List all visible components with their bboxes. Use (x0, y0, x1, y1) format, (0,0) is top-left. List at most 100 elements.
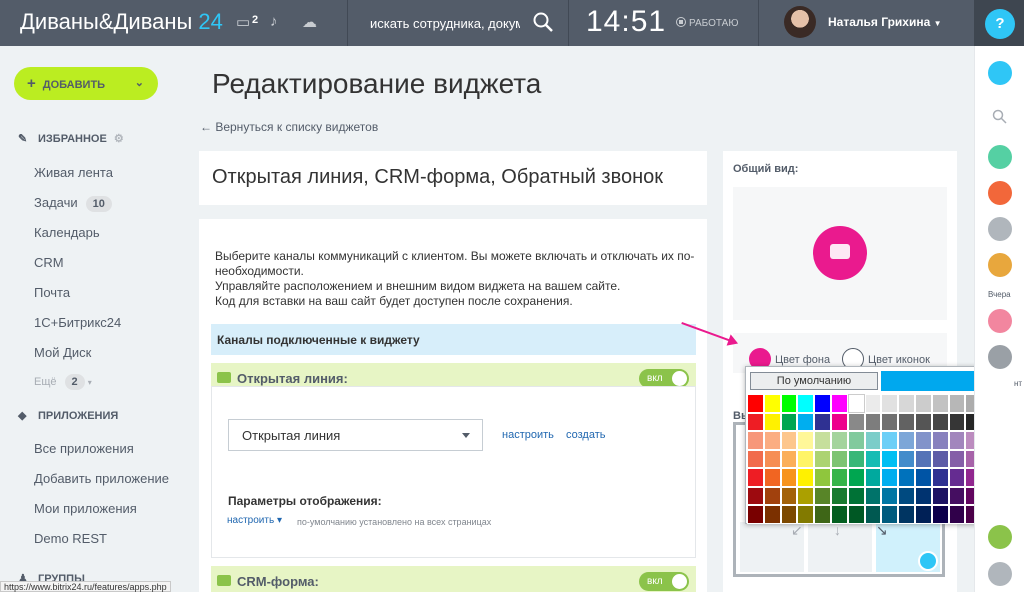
contact-avatar[interactable] (988, 217, 1012, 241)
color-swatch[interactable] (780, 468, 798, 487)
crm-form-toggle[interactable]: вкл (639, 572, 689, 591)
color-swatch[interactable] (881, 505, 899, 524)
color-swatch[interactable] (830, 449, 848, 468)
contact-avatar[interactable] (988, 345, 1012, 369)
color-swatch[interactable] (814, 394, 831, 413)
color-swatch[interactable] (747, 486, 764, 505)
color-swatch[interactable] (797, 486, 815, 505)
color-swatch[interactable] (814, 486, 831, 505)
color-swatch[interactable] (780, 449, 798, 468)
color-swatch[interactable] (881, 449, 899, 468)
color-swatch[interactable] (814, 449, 831, 468)
search-icon[interactable] (533, 12, 553, 32)
create-link[interactable]: создать (566, 429, 605, 441)
color-swatch[interactable] (797, 412, 815, 431)
chat-icon[interactable] (988, 145, 1012, 169)
search-icon[interactable] (992, 109, 1008, 125)
sidebar-item-all-apps[interactable]: Все приложения (34, 441, 134, 456)
color-swatch[interactable] (780, 431, 798, 450)
color-swatch[interactable] (830, 505, 848, 524)
color-swatch[interactable] (847, 486, 865, 505)
color-swatch[interactable] (747, 394, 764, 413)
open-line-select[interactable]: Открытая линия (228, 419, 483, 451)
color-swatch[interactable] (847, 505, 865, 524)
sidebar-item-tasks[interactable]: Задачи 10 (34, 195, 112, 212)
color-swatch[interactable] (864, 431, 882, 450)
color-swatch[interactable] (797, 431, 815, 450)
sidebar-item-add-app[interactable]: Добавить приложение (34, 471, 169, 486)
color-swatch[interactable] (847, 468, 865, 487)
color-swatch[interactable] (931, 412, 949, 431)
color-swatch[interactable] (830, 468, 848, 487)
sidebar-item-my-apps[interactable]: Мои приложения (34, 501, 137, 516)
color-swatch[interactable] (780, 505, 798, 524)
color-swatch[interactable] (881, 486, 899, 505)
sidebar-more[interactable]: Ещё 2 ▾ (34, 374, 92, 390)
color-swatch[interactable] (814, 468, 831, 487)
color-swatch[interactable] (948, 412, 966, 431)
color-swatch[interactable] (830, 394, 848, 413)
color-swatch[interactable] (898, 486, 915, 505)
color-swatch[interactable] (763, 394, 781, 413)
color-swatch[interactable] (763, 505, 781, 524)
color-swatch[interactable] (881, 468, 899, 487)
color-swatch[interactable] (948, 431, 966, 450)
color-swatch[interactable] (931, 505, 949, 524)
notifications-icon[interactable] (988, 61, 1012, 85)
color-swatch[interactable] (931, 468, 949, 487)
contact-avatar[interactable] (988, 253, 1012, 277)
color-swatch[interactable] (898, 394, 915, 413)
color-swatch[interactable] (747, 412, 764, 431)
color-swatch[interactable] (847, 449, 865, 468)
add-button[interactable]: + ДОБАВИТЬ ⌄ (14, 67, 158, 100)
user-name[interactable]: Наталья Грихина ▼ (828, 15, 942, 29)
color-swatch[interactable] (898, 431, 915, 450)
color-swatch[interactable] (864, 449, 882, 468)
portal-logo[interactable]: Диваны&Диваны 24 (20, 9, 223, 35)
color-swatch[interactable] (914, 505, 932, 524)
phone-icon[interactable] (988, 525, 1012, 549)
configure-link[interactable]: настроить (502, 429, 554, 441)
sidebar-item-1c[interactable]: 1С+Битрикс24 (34, 315, 121, 330)
sidebar-item-calendar[interactable]: Календарь (34, 225, 100, 240)
color-swatch[interactable] (763, 431, 781, 450)
color-swatch[interactable] (763, 449, 781, 468)
color-swatch[interactable] (797, 505, 815, 524)
back-link[interactable]: ← Вернуться к списку виджетов (200, 120, 378, 134)
user-avatar[interactable] (784, 6, 816, 38)
color-swatch[interactable] (881, 431, 899, 450)
color-swatch[interactable] (847, 412, 865, 431)
color-swatch[interactable] (847, 431, 865, 450)
color-swatch[interactable] (830, 431, 848, 450)
color-swatch[interactable] (898, 449, 915, 468)
color-swatch[interactable] (914, 412, 932, 431)
sidebar-item-disk[interactable]: Мой Диск (34, 345, 91, 360)
widget-name[interactable]: Открытая линия, CRM-форма, Обратный звон… (212, 166, 663, 189)
color-swatch[interactable] (763, 468, 781, 487)
color-swatch[interactable] (914, 431, 932, 450)
color-swatch[interactable] (864, 505, 882, 524)
clock[interactable]: 14:51 (586, 5, 666, 39)
bell-icon[interactable]: ♪ (270, 13, 278, 30)
color-swatch[interactable] (931, 394, 949, 413)
icon-color-label[interactable]: Цвет иконок (868, 354, 930, 366)
color-swatch[interactable] (931, 431, 949, 450)
color-swatch[interactable] (747, 449, 764, 468)
color-swatch[interactable] (948, 449, 966, 468)
sidebar-item-crm[interactable]: CRM (34, 255, 64, 270)
color-swatch[interactable] (898, 505, 915, 524)
sidebar-item-feed[interactable]: Живая лента (34, 165, 113, 180)
color-swatch[interactable] (881, 412, 899, 431)
color-swatch[interactable] (814, 431, 831, 450)
cloud-icon[interactable]: ☁ (302, 13, 317, 31)
color-swatch[interactable] (763, 486, 781, 505)
color-swatch[interactable] (780, 486, 798, 505)
params-configure-link[interactable]: настроить ▾ (227, 515, 282, 526)
color-swatch[interactable] (914, 449, 932, 468)
color-swatch[interactable] (747, 505, 764, 524)
color-swatch[interactable] (780, 412, 798, 431)
color-swatch[interactable] (747, 431, 764, 450)
color-swatch[interactable] (948, 394, 966, 413)
work-status[interactable]: РАБОТАЮ (676, 17, 738, 29)
color-swatch[interactable] (864, 468, 882, 487)
